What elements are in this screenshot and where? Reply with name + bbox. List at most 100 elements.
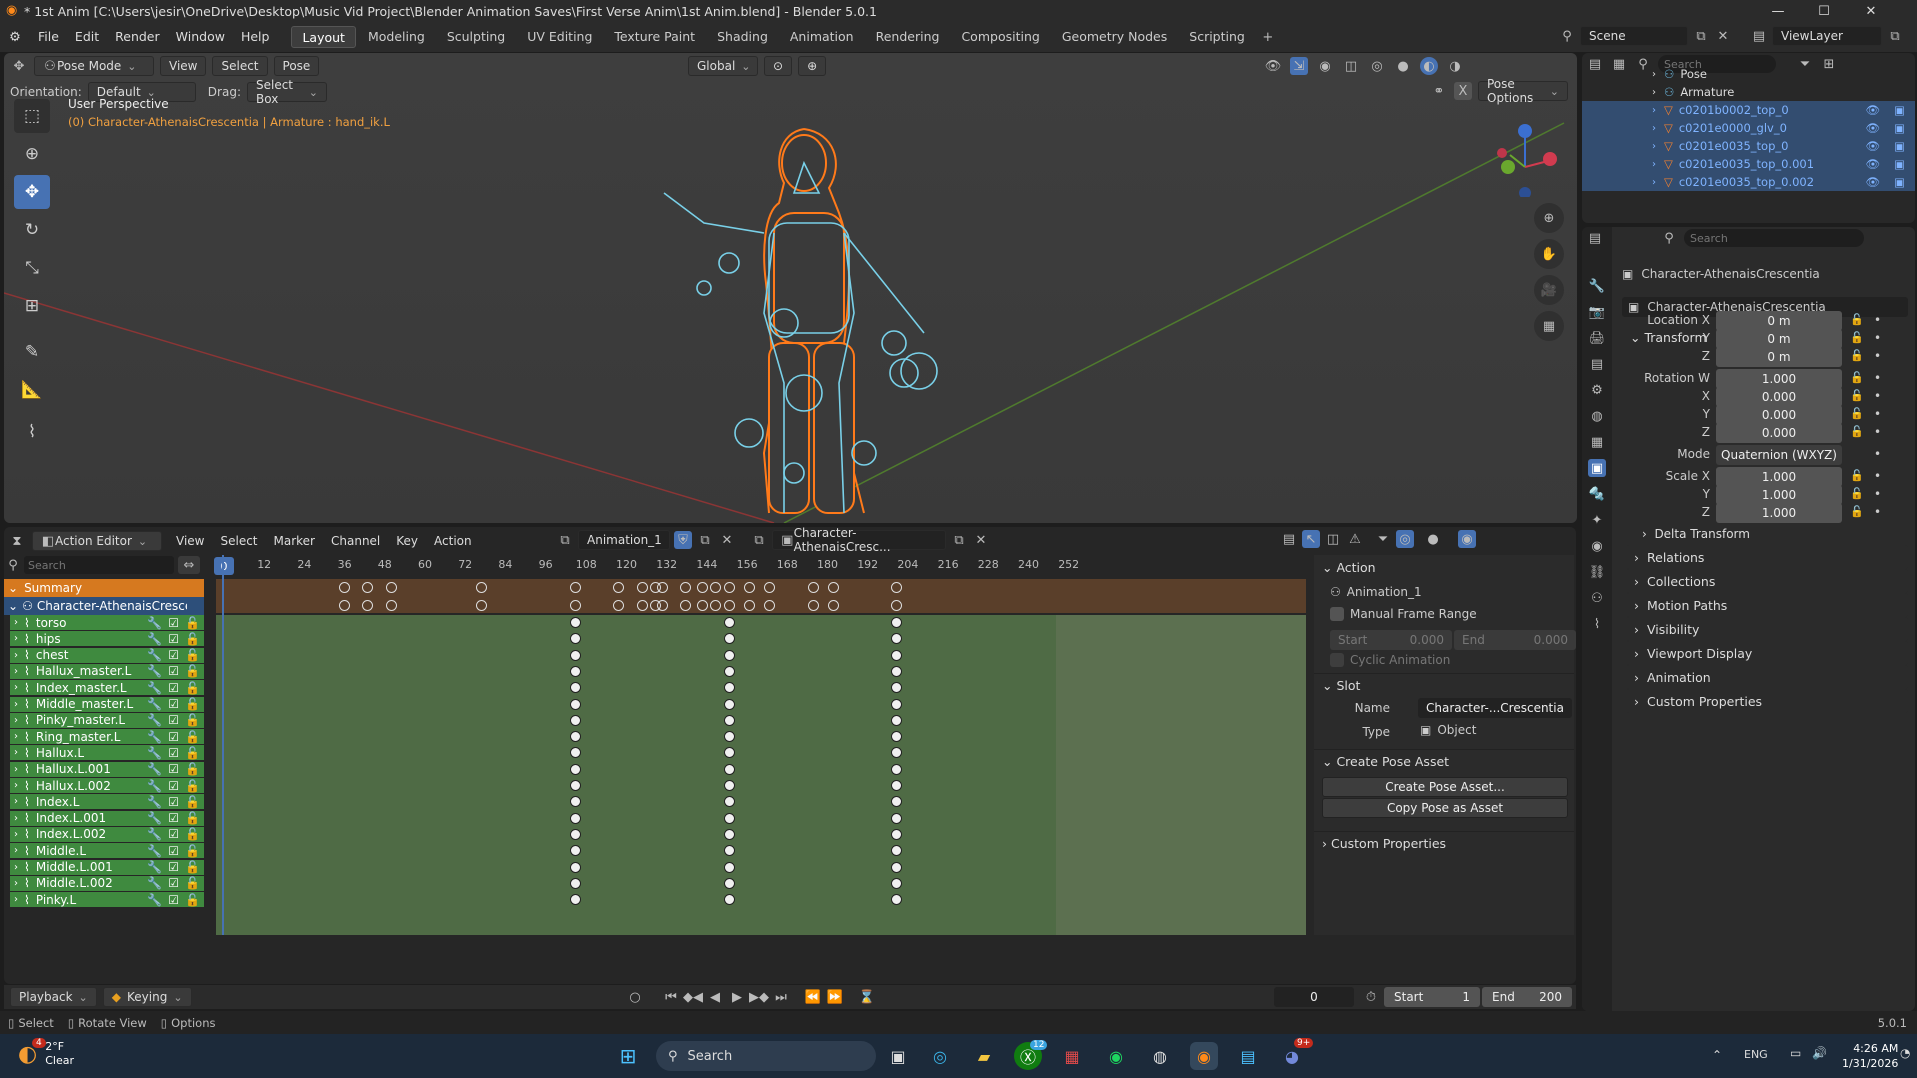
bone-keyframe[interactable]	[569, 617, 581, 628]
expand-icon[interactable]: ›	[1652, 123, 1656, 134]
summary-keyframe[interactable]	[475, 582, 487, 593]
lock-icon[interactable]: 🔓	[185, 876, 200, 890]
bone-keyframe[interactable]	[569, 861, 581, 873]
object-keyframe[interactable]	[475, 600, 487, 611]
unlink-slot-icon[interactable]: ✕	[972, 531, 990, 549]
jump-end-icon[interactable]: ⏭	[772, 988, 790, 1006]
keyframe-dot-icon[interactable]: •	[1874, 505, 1881, 519]
lock-icon[interactable]: 🔓	[1850, 349, 1864, 362]
xray-icon[interactable]: ◫	[1342, 57, 1360, 75]
bone-tab-icon[interactable]: ⌇	[1588, 615, 1606, 633]
bone-keyframe[interactable]	[569, 877, 581, 889]
workspace-tab-compositing[interactable]: Compositing	[951, 26, 1049, 48]
weather-widget[interactable]: ◐ 4 2°F Clear	[18, 1038, 74, 1068]
material-shading-icon[interactable]: ◐	[1420, 57, 1438, 75]
manual-frame-range-checkbox[interactable]	[1330, 607, 1344, 621]
editor-type-properties-icon[interactable]: ▤	[1586, 229, 1604, 247]
keyframe-dot-icon[interactable]: •	[1874, 389, 1881, 403]
app-icon[interactable]: ▦	[1058, 1042, 1086, 1070]
frame-end-field[interactable]: End 0.000	[1454, 630, 1576, 650]
expand-icon[interactable]: ›	[14, 731, 18, 742]
play-reverse-icon[interactable]: ◀	[706, 988, 724, 1006]
select-box-tool-icon[interactable]: ⬚	[14, 99, 50, 133]
bone-keyframe[interactable]	[723, 828, 735, 840]
eye-icon[interactable]: 👁	[1866, 139, 1881, 153]
eye-icon[interactable]: 👁	[1866, 121, 1881, 135]
object-keyframe[interactable]	[827, 600, 839, 611]
action-editor-menu-channel[interactable]: Channel	[323, 530, 388, 552]
rotation-mode-selector[interactable]: Quaternion (WXYZ)	[1716, 445, 1842, 465]
outliner-item[interactable]: › ▽ c0201e0035_top_0.002 👁 ▣	[1582, 173, 1915, 191]
bone-keyframe[interactable]	[891, 763, 903, 775]
expand-icon[interactable]: ›	[1652, 69, 1656, 80]
checkbox-icon[interactable]: ☑	[168, 746, 179, 760]
summary-keyframe[interactable]	[827, 582, 839, 593]
current-frame-field[interactable]: 0	[1274, 987, 1354, 1007]
wrench-icon[interactable]: 🔧	[147, 827, 162, 841]
lock-icon[interactable]: 🔓	[185, 779, 200, 793]
playback-menu[interactable]: Playback	[10, 987, 97, 1007]
checkbox-icon[interactable]: ☑	[168, 860, 179, 874]
physics-tab-icon[interactable]: ◉	[1588, 537, 1606, 555]
bone-keyframe[interactable]	[723, 845, 735, 857]
lock-icon[interactable]: 🔓	[185, 827, 200, 841]
expand-icon[interactable]: ›	[14, 813, 18, 824]
bone-channel[interactable]: › ⌇ Index.L.002 🔧 ☑ 🔓	[10, 826, 204, 842]
camera-icon[interactable]: ▣	[1894, 157, 1905, 171]
checkbox-icon[interactable]: ☑	[168, 713, 179, 727]
keyframe-dot-icon[interactable]: •	[1874, 447, 1881, 461]
bone-keyframe[interactable]	[723, 731, 735, 743]
action-panel-header[interactable]: ⌄ Action	[1314, 555, 1574, 579]
view-layer-tab-icon[interactable]: ▤	[1588, 355, 1606, 373]
obs-icon[interactable]: ◍	[1146, 1042, 1174, 1070]
expand-icon[interactable]: ›	[14, 682, 18, 693]
expand-icon[interactable]: ›	[14, 878, 18, 889]
checkbox-icon[interactable]: ☑	[168, 795, 179, 809]
collapse-icon[interactable]: ⌄	[8, 581, 18, 595]
frame-ruler[interactable]: 12 24 36 48 60 72 84 96 108 120 132 144 156 168 180 192…	[214, 555, 1306, 575]
volume-icon[interactable]: 🔊	[1812, 1046, 1827, 1060]
action-editor[interactable]: ⧗ ◧Action Editor ViewSelectMarkerChannel…	[4, 527, 1576, 984]
section-collections[interactable]: › Collections	[1626, 569, 1908, 593]
bone-keyframe[interactable]	[569, 682, 581, 694]
lock-icon[interactable]: 🔓	[185, 648, 200, 662]
wrench-icon[interactable]: 🔧	[147, 648, 162, 662]
tool-tab-icon[interactable]: 🔧	[1588, 277, 1606, 295]
expand-icon[interactable]: ›	[14, 829, 18, 840]
lock-icon[interactable]: 🔓	[1850, 389, 1864, 402]
action-editor-menu-key[interactable]: Key	[388, 530, 426, 552]
rotation-w-field[interactable]: 1.000	[1716, 369, 1842, 389]
wrench-icon[interactable]: 🔧	[147, 664, 162, 678]
particles-tab-icon[interactable]: ✦	[1588, 511, 1606, 529]
cyclic-checkbox[interactable]	[1330, 653, 1344, 667]
object-keyframe[interactable]	[764, 600, 776, 611]
workspace-tab-layout[interactable]: Layout	[291, 26, 356, 48]
wireframe-shading-icon[interactable]: ◎	[1368, 57, 1386, 75]
wrench-icon[interactable]: 🔧	[147, 844, 162, 858]
lock-icon[interactable]: 🔓	[1850, 425, 1864, 438]
checkbox-icon[interactable]: ☑	[168, 827, 179, 841]
viewlayer-selector[interactable]: ViewLayer	[1772, 26, 1882, 46]
pose-menu[interactable]: Pose	[273, 56, 320, 76]
object-keyframe[interactable]	[338, 600, 350, 611]
lock-icon[interactable]: 🔓	[1850, 313, 1864, 326]
slot-browse-icon[interactable]: ⧉	[750, 531, 768, 549]
lock-icon[interactable]: 🔓	[1850, 371, 1864, 384]
next-keyframe-icon[interactable]: ▶◆	[749, 988, 769, 1006]
eye-icon[interactable]: 👁	[1866, 103, 1881, 117]
checkbox-icon[interactable]: ☑	[168, 779, 179, 793]
bone-keyframe[interactable]	[723, 861, 735, 873]
object-channel[interactable]: ⌄ ⚇ Character-AthenaisCrescentia	[4, 597, 204, 615]
end-frame-field[interactable]: End 200	[1482, 987, 1572, 1007]
only-show-selected-icon[interactable]: ▤	[1280, 530, 1298, 548]
bone-keyframe[interactable]	[569, 780, 581, 791]
summary-keyframe[interactable]	[807, 582, 819, 593]
bone-keyframe[interactable]	[723, 812, 735, 824]
pose-mirror-icon[interactable]: ⚭	[1430, 82, 1448, 100]
bone-channel[interactable]: › ⌇ Pinky.L 🔧 ☑ 🔓	[10, 892, 204, 908]
start-frame-field[interactable]: Start 1	[1384, 987, 1480, 1007]
eye-icon[interactable]: 👁	[1866, 175, 1881, 189]
expand-icon[interactable]: ›	[14, 894, 18, 905]
lock-icon[interactable]: 🔓	[185, 664, 200, 678]
properties-search-input[interactable]	[1684, 229, 1864, 247]
